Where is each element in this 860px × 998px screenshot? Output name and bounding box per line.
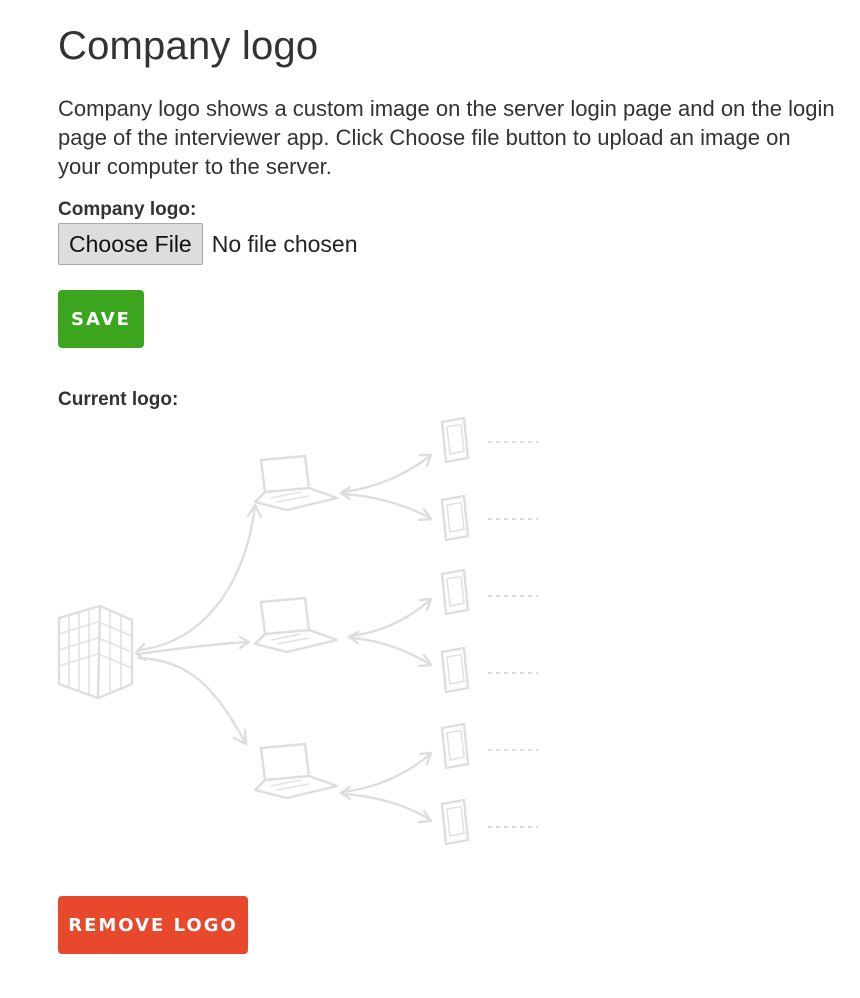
- page-title: Company logo: [58, 24, 319, 68]
- file-status-text: No file chosen: [211, 230, 358, 257]
- phone-icon: [440, 568, 470, 616]
- choose-file-button[interactable]: Choose File: [58, 223, 203, 265]
- phone-icon: [440, 798, 470, 846]
- phone-icon: [440, 494, 470, 542]
- laptop-icon: [253, 742, 339, 800]
- page-description: Company logo shows a custom image on the…: [58, 96, 835, 179]
- phone-icon: [440, 416, 470, 464]
- laptop-icon: [253, 596, 339, 654]
- current-logo-image: [57, 416, 538, 846]
- company-logo-label: Company logo:: [58, 199, 197, 220]
- server-icon: [57, 604, 134, 700]
- save-button[interactable]: SAVE: [58, 290, 144, 348]
- remove-logo-button[interactable]: REMOVE LOGO: [58, 896, 248, 954]
- phone-icon: [440, 722, 470, 770]
- server-connections: [134, 503, 263, 746]
- dotted-trails: [488, 441, 538, 828]
- laptop-icon: [253, 454, 339, 512]
- file-input[interactable]: Choose File No file chosen: [58, 223, 357, 265]
- laptop-connections: [339, 453, 433, 824]
- phone-icon: [440, 646, 470, 694]
